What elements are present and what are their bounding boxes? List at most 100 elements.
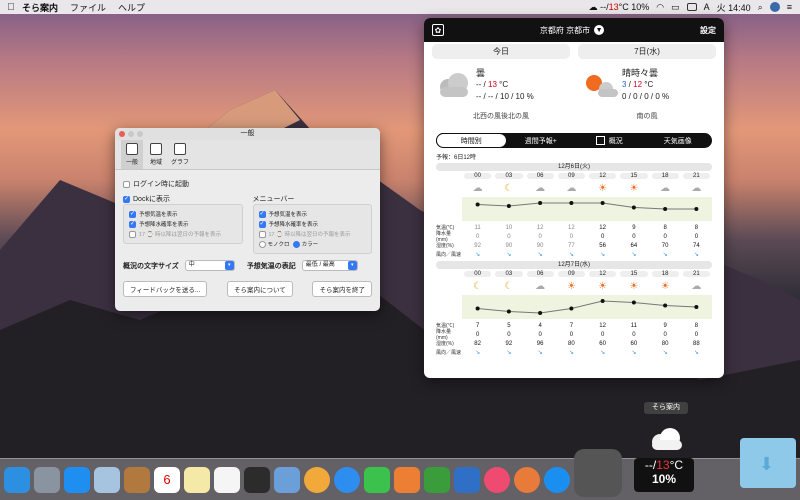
tab-graph[interactable]: グラフ (169, 140, 191, 169)
numbers-icon[interactable] (424, 466, 450, 493)
mail-icon[interactable] (94, 466, 120, 493)
tab-region[interactable]: 地域 (145, 140, 167, 169)
option-label: 予想気温を表示 (139, 212, 178, 218)
day-card-today: 今日 曇 -- / 13 °C -- / -- / 10 / 10 % 北西の風… (432, 44, 570, 121)
feedback-button[interactable]: フィードバックを送る... (123, 281, 208, 298)
tab-weather-image[interactable]: 天気画像 (644, 133, 713, 148)
keynote-icon[interactable] (454, 466, 480, 493)
hour-header-row: 00 03 06 09 12 15 18 21 (462, 271, 712, 277)
about-button[interactable]: そら案内について (226, 281, 293, 298)
option-label: 17 ⌚ 時以降は翌日の予報を表示 (139, 232, 222, 239)
temperature-point (600, 201, 605, 205)
hour-label: 18 (651, 271, 679, 277)
weather-lo: --/ (600, 1, 609, 12)
system-preferences-icon[interactable] (574, 448, 622, 497)
login-launch-checkbox[interactable] (123, 180, 130, 188)
notification-center-icon[interactable]: ≡ (787, 2, 792, 12)
moon-icon: ☾ (504, 280, 514, 292)
photo-booth-icon[interactable] (244, 466, 270, 493)
dock-checkbox[interactable] (123, 195, 130, 203)
settings-button[interactable]: 設定 (700, 25, 716, 36)
input-source-icon[interactable] (686, 3, 697, 11)
font-size-select[interactable]: 中 ▾ (184, 260, 235, 272)
temperature-point (663, 303, 668, 308)
cloud-icon: ☁ (660, 182, 671, 194)
battery-icon[interactable]: A (704, 2, 710, 12)
tab-hourly[interactable]: 時間別 (436, 133, 507, 148)
facetime-icon[interactable] (364, 466, 390, 493)
row-label: 湿度(%) (436, 243, 454, 249)
menubar-weather-item[interactable]: ☁ --/13°C 10% (589, 2, 650, 13)
temp-display-select[interactable]: 最低 / 最高 ▾ (301, 260, 358, 272)
data-cell: 74 (693, 242, 700, 249)
notes-icon[interactable] (184, 466, 210, 493)
sun-icon: ☀ (598, 182, 608, 194)
close-button[interactable] (119, 131, 125, 137)
minimize-button[interactable] (128, 131, 134, 137)
color-radio[interactable] (292, 241, 300, 249)
clock[interactable]: 火 14:40 (717, 1, 751, 14)
option-label: カラー (301, 242, 319, 249)
temp-high: 13 (488, 80, 497, 89)
data-cell: 0 (569, 233, 574, 240)
dock-weather-widget[interactable]: --/13°C 10% (634, 458, 694, 492)
wifi-icon[interactable]: ◠ (656, 2, 664, 13)
downloads-folder-icon[interactable] (740, 438, 796, 488)
hour-label: 06 (526, 173, 554, 179)
option-label: ログイン時に起動 (133, 181, 189, 188)
airplay-icon[interactable]: ▭ (671, 2, 680, 13)
temperature-point (569, 306, 574, 311)
spotlight-icon[interactable]: ⌕ (758, 2, 763, 13)
cloud-icon: ☁ (691, 280, 702, 292)
pages-icon[interactable] (394, 466, 420, 493)
hour-label: 09 (557, 271, 585, 277)
quit-button[interactable]: そら案内を終了 (312, 281, 372, 298)
app-store-icon[interactable] (544, 466, 570, 493)
login-launch-option[interactable]: ログイン時に起動 (123, 179, 372, 189)
moon-icon: ☾ (473, 280, 483, 292)
launchpad-icon[interactable] (34, 466, 60, 493)
contacts-icon[interactable] (124, 466, 150, 493)
user-avatar[interactable] (769, 2, 780, 12)
location-dropdown-icon[interactable]: ▼ (594, 25, 605, 35)
zoom-button[interactable] (137, 131, 143, 137)
location-label[interactable]: 京都府 京都市 (540, 25, 590, 36)
calendar-icon[interactable]: 6 (154, 466, 180, 493)
menu-nextday-checkbox[interactable] (258, 231, 266, 239)
tab-general[interactable]: 一般 (121, 140, 143, 169)
dock-toggle[interactable]: Dockに表示 (123, 194, 243, 204)
temperature-point (631, 300, 636, 305)
ibooks-icon[interactable] (514, 466, 540, 493)
apple-icon[interactable]:  (0, 2, 22, 13)
app-logo-icon[interactable]: ✿ (432, 24, 444, 36)
row-label: 湿度(%) (436, 341, 454, 347)
mono-radio[interactable] (258, 241, 266, 249)
menu-file[interactable]: ファイル (70, 1, 106, 14)
safari-icon[interactable] (64, 466, 90, 493)
menu-help[interactable]: ヘルプ (118, 1, 145, 14)
reminders-icon[interactable] (214, 466, 240, 493)
data-cell: 7 (569, 322, 574, 329)
dock-nextday-checkbox[interactable] (129, 231, 136, 239)
tab-weekly[interactable]: 週間予報+ (507, 133, 576, 148)
finder-icon[interactable] (4, 466, 30, 493)
data-cell: 0 (538, 331, 542, 338)
hour-label: 06 (526, 271, 554, 277)
data-cell: 12 (536, 224, 544, 231)
menu-app-name[interactable]: そら案内 (22, 1, 58, 14)
wind-arrow-icon: ↘ (693, 252, 699, 258)
dock-pop-checkbox[interactable] (129, 220, 136, 229)
graph-icon (174, 143, 186, 155)
moon-icon: ☾ (504, 182, 514, 194)
wind-arrow-icon: ↘ (662, 252, 668, 258)
itunes-icon[interactable] (484, 466, 510, 493)
photos-icon[interactable] (304, 466, 330, 493)
wind-arrow-icon: ↘ (506, 350, 512, 356)
menu-pop-checkbox[interactable] (258, 220, 266, 229)
data-cell: 77 (568, 242, 575, 249)
preview-icon[interactable] (274, 466, 300, 493)
menu-temp-checkbox[interactable] (258, 210, 266, 219)
messages-icon[interactable] (334, 466, 360, 493)
tab-overview[interactable]: 概況 (575, 133, 644, 148)
dock-temp-checkbox[interactable] (129, 210, 136, 219)
